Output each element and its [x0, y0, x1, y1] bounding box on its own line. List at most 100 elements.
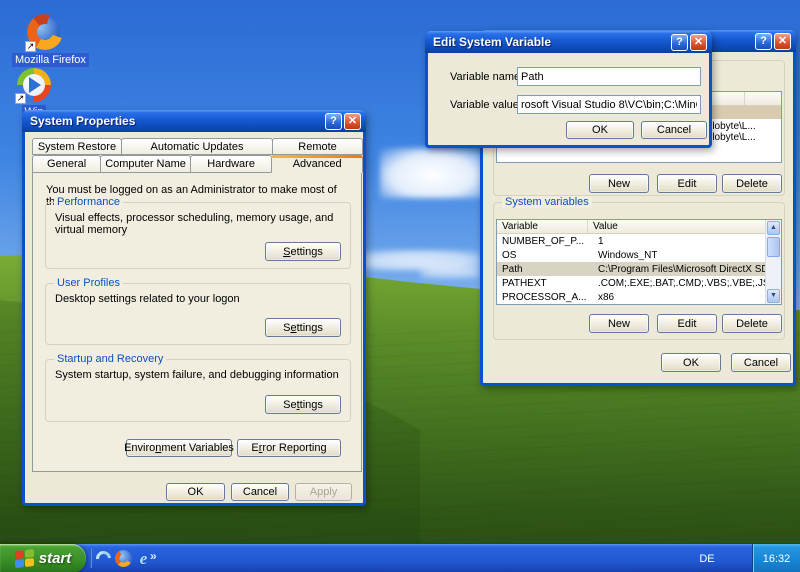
user-row[interactable]: -lobyte\L...	[709, 132, 781, 143]
close-icon[interactable]: ✕	[774, 33, 791, 50]
taskbar: start e » DE 16:32	[0, 543, 800, 572]
button-label: ment Variables	[161, 442, 234, 454]
language-indicator[interactable]: DE	[690, 544, 724, 572]
tab-computer-name[interactable]: Computer Name	[100, 155, 191, 173]
cloud	[380, 148, 485, 198]
system-tray: 16:32	[752, 544, 800, 572]
cancel-button[interactable]: Cancel	[731, 353, 791, 372]
variable-value-input[interactable]	[517, 95, 701, 114]
cell-value: .COM;.EXE;.BAT;.CMD;.VBS;.VBE;.JS;...	[588, 278, 765, 289]
button-label: E	[251, 442, 258, 454]
button-label: Enviro	[124, 442, 155, 454]
ok-button[interactable]: OK	[166, 483, 225, 501]
system-col-value[interactable]: Value	[588, 220, 765, 233]
titlebar-edit-system-variable[interactable]: Edit System Variable ? ✕	[425, 31, 712, 53]
user-col-value[interactable]	[745, 92, 782, 105]
user-delete-button[interactable]: Delete	[722, 174, 782, 193]
table-row[interactable]: PROCESSOR_A...x86	[497, 290, 765, 304]
desktop-icon-firefox[interactable]: ↗ Mozilla Firefox	[12, 14, 78, 68]
system-delete-button[interactable]: Delete	[722, 314, 782, 333]
help-button[interactable]: ?	[755, 33, 772, 50]
table-row[interactable]: OSWindows_NT	[497, 248, 765, 262]
firefox-quicklaunch-icon[interactable]	[114, 549, 133, 568]
help-button[interactable]: ?	[671, 34, 688, 51]
user-profiles-settings-button[interactable]: Settings	[265, 318, 341, 337]
table-row-selected[interactable]: PathC:\Program Files\Microsoft DirectX S…	[497, 262, 765, 276]
media-player-icon: ↗	[17, 68, 51, 102]
button-label: ror Reporting	[262, 442, 326, 454]
group-title: User Profiles	[54, 277, 123, 289]
group-description: Visual effects, processor scheduling, me…	[55, 212, 341, 236]
tab-automatic-updates[interactable]: Automatic Updates	[121, 138, 273, 155]
scroll-down-icon[interactable]: ▼	[767, 289, 780, 303]
cell-variable: NUMBER_OF_P...	[497, 236, 588, 247]
tab-remote[interactable]: Remote	[272, 138, 363, 155]
group-startup-recovery: Startup and Recovery System startup, sys…	[45, 359, 351, 422]
variable-name-label: Variable name:	[450, 71, 523, 83]
cell-variable: PROCESSOR_A...	[497, 292, 588, 303]
performance-settings-button[interactable]: Settings	[265, 242, 341, 261]
cell-variable: OS	[497, 250, 588, 261]
cell-value: C:\Program Files\Microsoft DirectX SDK .…	[588, 264, 765, 275]
system-variables-list[interactable]: Variable Value NUMBER_OF_P...1 OSWindows…	[496, 219, 782, 305]
tab-advanced[interactable]: Advanced	[271, 155, 363, 173]
quick-launch-divider	[90, 548, 92, 568]
firefox-icon: ↗	[27, 14, 63, 50]
scrollbar[interactable]: ▲ ▼	[765, 220, 781, 304]
help-button[interactable]: ?	[325, 113, 342, 130]
button-label: S	[283, 322, 290, 334]
system-list-header[interactable]: Variable Value	[497, 220, 765, 234]
msn-swoosh-icon[interactable]	[94, 549, 113, 568]
shortcut-arrow-icon: ↗	[25, 41, 36, 52]
desktop: ↗ Mozilla Firefox ↗ Win System Propertie…	[0, 0, 800, 572]
variable-name-input[interactable]	[517, 67, 701, 86]
group-system-variables: System variables Variable Value NUMBER_O…	[493, 202, 785, 340]
tab-general[interactable]: General	[32, 155, 101, 173]
startup-settings-button[interactable]: Settings	[265, 395, 341, 414]
windows-logo-icon	[15, 548, 35, 568]
titlebar-system-properties[interactable]: System Properties ? ✕	[22, 110, 366, 132]
user-new-button[interactable]: New	[589, 174, 649, 193]
group-title: System variables	[502, 196, 592, 208]
window-edit-system-variable: Edit System Variable ? ✕ Variable name: …	[425, 31, 712, 148]
cell-value: x86	[588, 292, 614, 303]
cell-variable: Path	[497, 264, 588, 275]
system-col-variable[interactable]: Variable	[497, 220, 588, 233]
group-title: Performance	[54, 196, 123, 208]
scroll-thumb[interactable]	[767, 237, 780, 257]
tab-row-2: General Computer Name Hardware Advanced	[32, 155, 362, 173]
system-new-button[interactable]: New	[589, 314, 649, 333]
tab-system-restore[interactable]: System Restore	[32, 138, 122, 155]
apply-button[interactable]: Apply	[295, 483, 352, 501]
ok-button[interactable]: OK	[566, 121, 634, 139]
scroll-up-icon[interactable]: ▲	[767, 221, 780, 235]
environment-variables-button[interactable]: Environment Variables	[126, 439, 232, 457]
shortcut-arrow-icon: ↗	[15, 93, 26, 104]
button-label: tings	[300, 399, 323, 411]
group-performance: Performance Visual effects, processor sc…	[45, 202, 351, 269]
user-edit-button[interactable]: Edit	[657, 174, 717, 193]
cell-value: Windows_NT	[588, 250, 657, 261]
variable-value-label: Variable value:	[450, 99, 522, 111]
quick-launch-chevron-icon[interactable]: »	[150, 549, 157, 563]
icon-label: Mozilla Firefox	[12, 53, 89, 67]
table-row[interactable]: NUMBER_OF_P...1	[497, 234, 765, 248]
close-icon[interactable]: ✕	[344, 113, 361, 130]
system-properties-body: System Restore Automatic Updates Remote …	[25, 132, 363, 503]
error-reporting-button[interactable]: Error Reporting	[237, 439, 341, 457]
table-row[interactable]: PATHEXT.COM;.EXE;.BAT;.CMD;.VBS;.VBE;.JS…	[497, 276, 765, 290]
start-button[interactable]: start	[0, 544, 86, 572]
group-user-profiles: User Profiles Desktop settings related t…	[45, 283, 351, 345]
tab-hardware[interactable]: Hardware	[190, 155, 272, 173]
ok-button[interactable]: OK	[661, 353, 721, 372]
cell-value: 1	[588, 236, 604, 247]
group-title: Startup and Recovery	[54, 353, 166, 365]
tab-row-1: System Restore Automatic Updates Remote	[32, 138, 362, 155]
user-row[interactable]: -lobyte\L...	[709, 121, 781, 132]
cell-variable: PATHEXT	[497, 278, 588, 289]
system-edit-button[interactable]: Edit	[657, 314, 717, 333]
cancel-button[interactable]: Cancel	[231, 483, 289, 501]
cloud	[420, 266, 480, 278]
close-icon[interactable]: ✕	[690, 34, 707, 51]
cancel-button[interactable]: Cancel	[641, 121, 707, 139]
